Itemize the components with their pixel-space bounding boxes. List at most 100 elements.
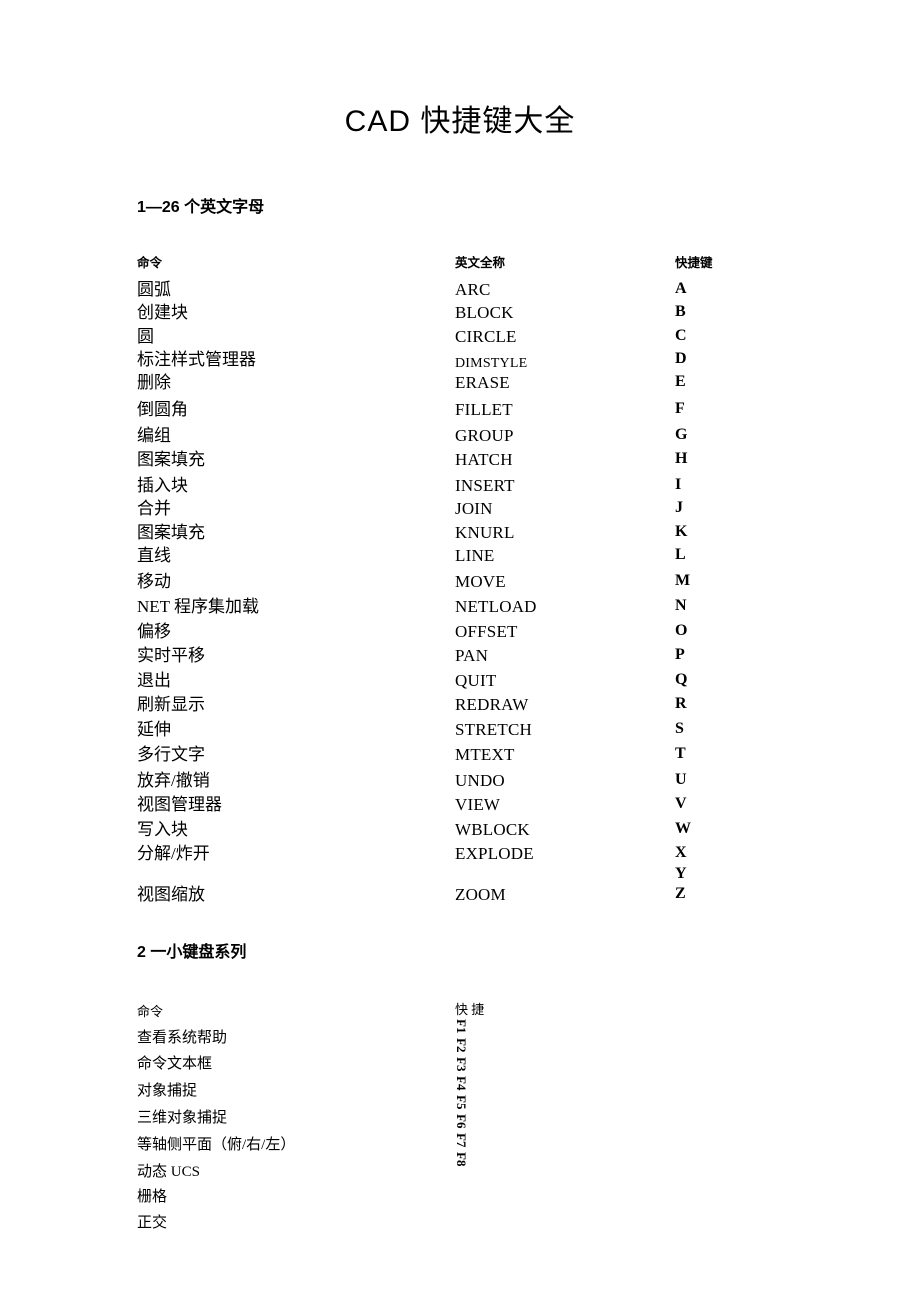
- cell-english: QUIT: [455, 671, 497, 690]
- cell-shortcut: F6: [454, 1114, 469, 1129]
- cell-english: DIMSTYLE: [455, 350, 528, 372]
- cell-shortcut: F2: [454, 1038, 469, 1053]
- cell-command: 合并: [137, 499, 171, 518]
- cell-command: 图案填充: [137, 450, 205, 469]
- cell-english: MOVE: [455, 572, 506, 591]
- cell-command: 等轴侧平面（俯/右/左）: [137, 1137, 296, 1153]
- cell-shortcut: Y: [675, 865, 687, 882]
- section-heading-2: 2 一小键盘系列: [137, 944, 247, 961]
- cell-english: INSERT: [455, 476, 515, 495]
- cell-shortcut: L: [675, 546, 686, 563]
- cell-shortcut: G: [675, 426, 688, 443]
- cell-command: 命令文本框: [137, 1056, 213, 1072]
- cell-command: 刷新显示: [137, 695, 205, 714]
- cell-english: VIEW: [455, 795, 501, 814]
- section-heading-1: 1—26 个英文字母: [137, 199, 265, 216]
- column-header-command: 命令: [137, 256, 163, 270]
- cell-shortcut: J: [675, 499, 683, 516]
- cell-shortcut: F5: [454, 1095, 469, 1110]
- cell-shortcut: F7: [454, 1133, 469, 1148]
- cell-command: 圆弧: [137, 280, 171, 299]
- cell-command: 移动: [137, 572, 171, 591]
- cell-shortcut: F4: [454, 1076, 469, 1091]
- cell-english: FILLET: [455, 400, 513, 419]
- cell-shortcut: R: [675, 695, 687, 712]
- cell-shortcut: M: [675, 572, 691, 589]
- cell-shortcut: C: [675, 327, 687, 344]
- cell-shortcut: X: [675, 844, 687, 861]
- cell-english: HATCH: [455, 450, 513, 469]
- column-header-english: 英文全称: [455, 256, 506, 270]
- cell-command: 栅格: [137, 1189, 168, 1205]
- cell-command: 写入块: [137, 820, 188, 839]
- cell-command: 放弃/撤销: [137, 771, 210, 790]
- cell-english: EXPLODE: [455, 844, 534, 863]
- cell-english: WBLOCK: [455, 820, 530, 839]
- cell-command: 倒圆角: [137, 400, 188, 419]
- cell-shortcut: V: [675, 795, 687, 812]
- cell-command: 三维对象捕捉: [137, 1110, 228, 1126]
- cell-command: 标注样式管理器: [137, 350, 256, 369]
- cell-english: KNURL: [455, 523, 515, 542]
- cell-english: ARC: [455, 280, 491, 299]
- cell-shortcut: D: [675, 350, 687, 367]
- column-header-shortcut: 快捷键: [675, 256, 713, 270]
- cell-english: GROUP: [455, 426, 514, 445]
- cell-shortcut: B: [675, 303, 686, 320]
- cell-shortcut: F3: [454, 1057, 469, 1072]
- cell-shortcut: Q: [675, 671, 688, 688]
- column-header-shortcut-2: 快 捷: [455, 1002, 485, 1017]
- cell-shortcut: I: [675, 476, 682, 493]
- cell-command: 查看系统帮助: [137, 1030, 228, 1046]
- cell-command: NET 程序集加载: [137, 597, 259, 616]
- cell-shortcut: S: [675, 720, 684, 737]
- cell-english: ZOOM: [455, 885, 506, 904]
- cell-command: 删除: [137, 373, 171, 392]
- cell-shortcut: Z: [675, 885, 686, 902]
- cell-shortcut: E: [675, 373, 686, 390]
- document-page: CAD 快捷键大全 1—26 个英文字母 命令 英文全称 快捷键 圆弧 ARC …: [0, 0, 920, 1301]
- cell-english: LINE: [455, 546, 495, 565]
- column-header-command-2: 命令: [137, 1004, 164, 1019]
- cell-command: 圆: [137, 327, 154, 346]
- cell-english: NETLOAD: [455, 597, 537, 616]
- cell-english: JOIN: [455, 499, 493, 518]
- cell-command: 插入块: [137, 476, 188, 495]
- cell-shortcut: F1: [454, 1019, 469, 1034]
- cell-english: ERASE: [455, 373, 510, 392]
- cell-command: 偏移: [137, 622, 171, 641]
- cell-command: 创建块: [137, 303, 188, 322]
- cell-english: OFFSET: [455, 622, 518, 641]
- cell-command: 视图缩放: [137, 885, 205, 904]
- cell-english: BLOCK: [455, 303, 514, 322]
- cell-shortcut: W: [675, 820, 691, 837]
- cell-shortcut: T: [675, 745, 686, 762]
- cell-shortcut: U: [675, 771, 687, 788]
- cell-command: 延伸: [137, 720, 171, 739]
- cell-english: MTEXT: [455, 745, 515, 764]
- cell-english: STRETCH: [455, 720, 532, 739]
- cell-shortcut: K: [675, 523, 688, 540]
- cell-shortcut: A: [675, 280, 687, 297]
- cell-shortcut: P: [675, 646, 685, 663]
- cell-command: 退出: [137, 671, 171, 690]
- cell-command: 实时平移: [137, 646, 205, 665]
- cell-command: 分解/炸开: [137, 844, 210, 863]
- cell-command: 视图管理器: [137, 795, 222, 814]
- cell-shortcut: N: [675, 597, 687, 614]
- cell-shortcut: F: [675, 400, 685, 417]
- cell-command: 直线: [137, 546, 171, 565]
- cell-english: UNDO: [455, 771, 505, 790]
- cell-english: CIRCLE: [455, 327, 517, 346]
- cell-command: 正交: [137, 1215, 168, 1231]
- cell-command: 图案填充: [137, 523, 205, 542]
- cell-command: 动态 UCS: [137, 1164, 200, 1180]
- cell-command: 编组: [137, 426, 171, 445]
- cell-english: PAN: [455, 646, 489, 665]
- cell-shortcut: F8: [454, 1152, 469, 1167]
- cell-shortcut: H: [675, 450, 688, 467]
- cell-command: 多行文字: [137, 745, 205, 764]
- page-title: CAD 快捷键大全: [344, 105, 576, 138]
- cell-shortcut: O: [675, 622, 688, 639]
- cell-english: REDRAW: [455, 695, 529, 714]
